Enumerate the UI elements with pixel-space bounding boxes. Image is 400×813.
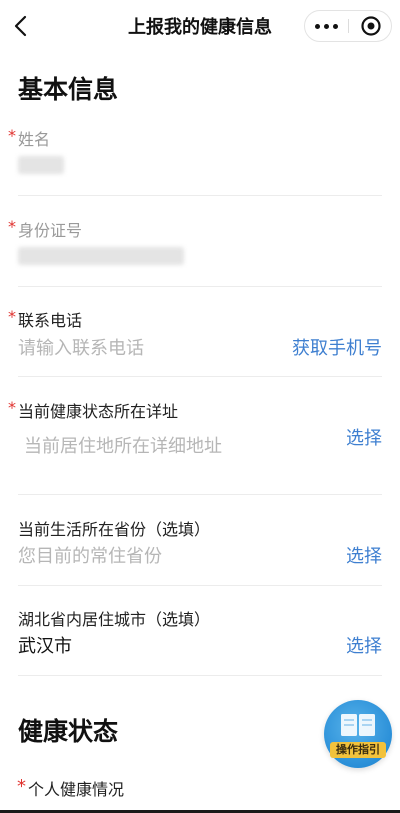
required-mark: * [8,217,16,236]
name-value-blurred [18,156,64,174]
name-label: 姓名 [18,130,51,149]
divider [18,195,382,196]
more-button[interactable] [305,11,348,41]
required-mark: * [8,307,16,326]
phone-label: 联系电话 [18,311,83,330]
province-field: 当前生活所在省份（选填） 您目前的常住省份 选择 [18,516,382,586]
book-icon [341,714,375,736]
select-province-button[interactable]: 选择 [346,542,382,568]
id-number-field[interactable]: * 身份证号 [8,217,382,287]
id-number-label: 身份证号 [18,221,83,240]
address-field: * 当前健康状态所在详址 当前居住地所在详细地址 选择 [8,398,382,494]
province-input[interactable]: 您目前的常住省份 [18,542,162,568]
target-circle-icon [360,16,381,36]
select-address-button[interactable]: 选择 [346,424,382,450]
health-report-page: 上报我的健康信息 基本信息 * 姓名 * 身份证号 * 联系电话 请输入联系电话… [0,0,400,813]
divider [18,675,382,676]
required-mark: * [8,398,16,417]
get-phone-number-button[interactable]: 获取手机号 [292,334,382,360]
id-number-value-blurred [18,247,184,265]
required-mark: * [17,776,26,797]
close-miniprogram-button[interactable] [349,11,392,41]
miniprogram-capsule [304,10,392,42]
city-label: 湖北省内居住城市（选填） [18,610,211,629]
address-input[interactable]: 当前居住地所在详细地址 [24,432,222,458]
phone-field: * 联系电话 请输入联系电话 获取手机号 [8,307,382,377]
select-city-button[interactable]: 选择 [346,632,382,658]
divider [18,494,382,495]
operation-guide-button[interactable]: 操作指引 [324,700,392,768]
personal-health-label: 个人健康情况 [28,780,125,799]
nav-bar: 上报我的健康信息 [0,0,400,52]
divider [18,376,382,377]
city-value[interactable]: 武汉市 [18,632,72,658]
required-mark: * [8,126,16,145]
phone-input[interactable]: 请输入联系电话 [18,334,144,360]
name-field[interactable]: * 姓名 [8,126,382,196]
city-field: 湖北省内居住城市（选填） 武汉市 选择 [18,606,382,676]
section-title-health-status: 健康状态 [18,717,119,746]
divider [18,585,382,586]
address-label: 当前健康状态所在详址 [18,402,179,421]
more-dots-icon [315,23,320,29]
divider [18,286,382,287]
guide-label: 操作指引 [330,742,386,758]
personal-health-field[interactable]: * 个人健康情况 [17,776,382,806]
section-title-basic-info: 基本信息 [18,75,119,104]
province-label: 当前生活所在省份（选填） [18,520,211,539]
